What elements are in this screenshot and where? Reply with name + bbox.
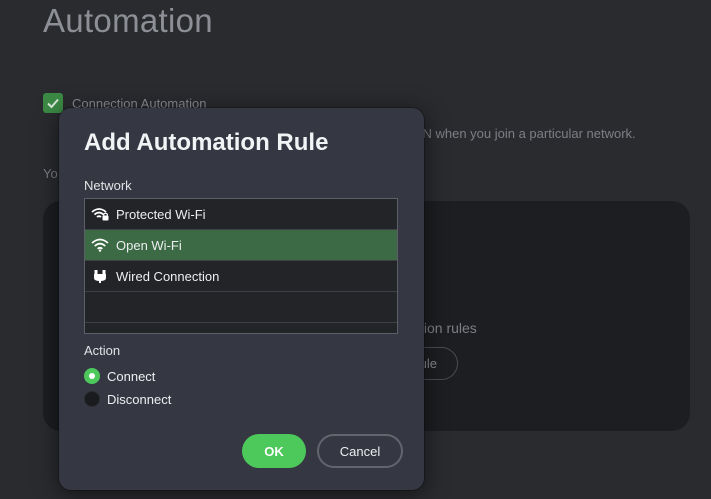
no-rules-text: tion rules <box>420 320 477 336</box>
add-automation-rule-dialog: Add Automation Rule Network Protected Wi… <box>59 108 424 490</box>
connection-automation-checkbox[interactable] <box>43 93 63 113</box>
network-name: Wired Connection <box>116 268 220 284</box>
dialog-title: Add Automation Rule <box>84 129 329 156</box>
action-connect-option[interactable]: Connect <box>84 368 155 384</box>
network-name: Open Wi-Fi <box>116 237 182 253</box>
radio-unselected-icon[interactable] <box>84 391 100 407</box>
cancel-button[interactable]: Cancel <box>317 434 403 468</box>
network-item-protected-wifi[interactable]: Protected Wi-Fi <box>85 199 397 230</box>
ethernet-icon <box>91 269 109 283</box>
network-item-wired-connection[interactable]: Wired Connection <box>85 261 397 292</box>
checkmark-icon <box>47 98 59 109</box>
network-name: Protected Wi-Fi <box>116 206 206 222</box>
network-list[interactable]: Protected Wi-Fi Open Wi-Fi Wired Connect… <box>84 198 398 334</box>
action-disconnect-label: Disconnect <box>107 391 172 407</box>
automation-description: 'N when you join a particular network. <box>420 126 636 141</box>
rules-intro-text: Yo <box>43 166 58 181</box>
network-label: Network <box>84 178 132 193</box>
radio-selected-icon[interactable] <box>84 368 100 384</box>
ok-button[interactable]: OK <box>242 434 306 468</box>
action-connect-label: Connect <box>107 368 156 384</box>
network-list-empty-row <box>85 292 397 323</box>
wifi-icon <box>91 238 109 252</box>
network-item-open-wifi[interactable]: Open Wi-Fi <box>85 230 397 261</box>
action-label: Action <box>84 343 121 358</box>
wifi-lock-icon <box>91 207 109 221</box>
page-title: Automation <box>43 2 213 39</box>
action-disconnect-option[interactable]: Disconnect <box>84 391 171 407</box>
